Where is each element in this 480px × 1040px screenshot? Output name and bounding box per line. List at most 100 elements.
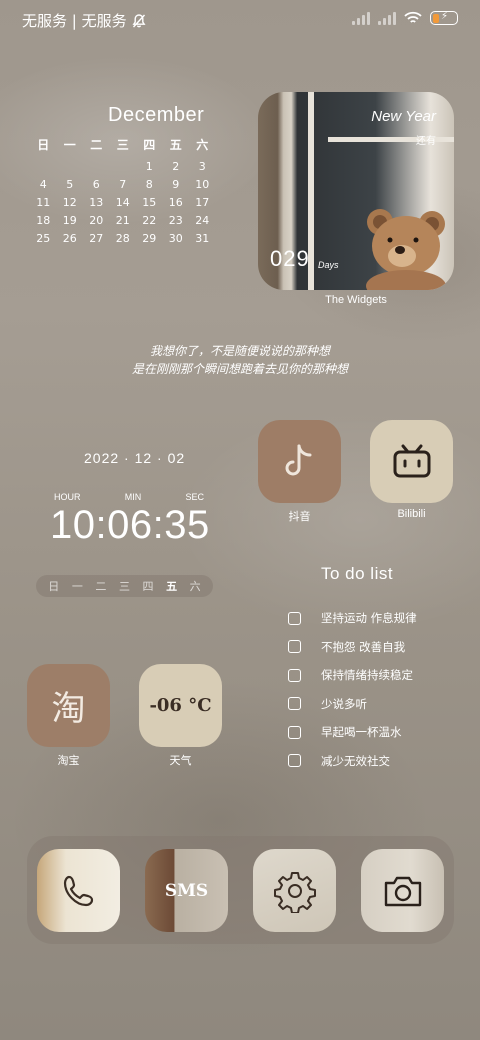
weekday-chip-active: 五	[166, 580, 178, 593]
calendar-day: 27	[89, 232, 104, 245]
calendar-day: 12	[62, 196, 77, 209]
todo-text: 不抱怨 改善自我	[321, 639, 406, 654]
new-year-countdown-widget[interactable]: New Year 还有 029 Days	[258, 92, 454, 290]
quote-line: 是在刚刚那个瞬间想跑着去见你的那种想	[131, 362, 348, 376]
calendar-day: 26	[62, 232, 77, 245]
weather-app-label: 天气	[169, 755, 192, 767]
weekday-chip: 六	[189, 580, 201, 593]
clock-date: 2022 · 12 · 02	[84, 450, 186, 466]
teddy-bear-image	[366, 209, 446, 290]
calendar-day: 31	[195, 232, 210, 245]
calendar-day: 19	[62, 214, 77, 227]
calendar-day: 5	[66, 178, 74, 191]
calendar-day: 24	[195, 214, 210, 227]
battery-charging-icon: ⚡	[430, 11, 458, 25]
todo-text: 减少无效社交	[321, 753, 390, 768]
checkbox[interactable]	[288, 668, 301, 682]
gear-icon	[273, 871, 316, 913]
calendar-day: 9	[172, 178, 180, 191]
todo-item[interactable]: 早起喝一杯温水	[288, 718, 417, 747]
todo-title: To do list	[321, 564, 394, 583]
status-bar-right: ⚡	[352, 11, 458, 25]
douyin-app-icon[interactable]	[258, 420, 341, 503]
weather-app-icon[interactable]: -06 °C	[139, 664, 222, 747]
calendar-day: 13	[89, 196, 104, 209]
calendar-week: 4 5 6 7 8 9 10	[30, 176, 220, 194]
min-label: MIN	[124, 492, 142, 502]
calendar-day: 29	[142, 232, 157, 245]
checkbox[interactable]	[288, 754, 301, 768]
calendar-weekday-header: 日 一 二 三 四 五 六	[30, 136, 220, 158]
taobao-app-label: 淘宝	[57, 755, 80, 767]
calendar-day	[30, 158, 57, 176]
checkbox[interactable]	[288, 697, 301, 711]
bilibili-app-label: Bilibili	[397, 508, 426, 520]
calendar-day: 6	[92, 178, 100, 191]
sms-app-icon[interactable]: SMS	[145, 849, 228, 932]
wifi-icon	[404, 11, 422, 23]
todo-item[interactable]: 坚持运动 作息规律	[288, 604, 417, 633]
calendar-week: 11 12 13 14 15 16 17	[30, 194, 220, 212]
todo-item[interactable]: 减少无效社交	[288, 747, 417, 776]
calendar-day: 14	[115, 196, 130, 209]
carrier-text: 无服务 | 无服务	[22, 12, 127, 30]
calendar-week: 1 2 3	[30, 158, 220, 176]
calendar-day: 21	[115, 214, 130, 227]
weekday-label: 一	[63, 138, 76, 152]
event-name: New Year	[371, 108, 436, 125]
bilibili-app-icon[interactable]	[370, 420, 453, 503]
taobao-app-icon[interactable]: 淘	[27, 664, 110, 747]
checkbox[interactable]	[288, 611, 301, 625]
calendar-week: 25 26 27 28 29 30 31	[30, 230, 220, 248]
quote-line: 我想你了，不是随便说说的那种想	[149, 344, 330, 358]
calendar-day: 22	[142, 214, 157, 227]
status-bar-left: 无服务 | 无服务	[22, 10, 147, 31]
calendar-day: 17	[195, 196, 210, 209]
todo-item[interactable]: 少说多听	[288, 690, 417, 719]
calendar-day: 28	[115, 232, 130, 245]
calendar-day: 30	[168, 232, 183, 245]
calendar-day: 16	[168, 196, 183, 209]
camera-app-icon[interactable]	[361, 849, 444, 932]
todo-item[interactable]: 保持情绪持续稳定	[288, 661, 417, 690]
clock-unit-labels: HOUR MIN SEC	[54, 492, 204, 502]
calendar-day: 8	[145, 178, 153, 191]
calendar-day	[110, 158, 137, 176]
calendar-day	[57, 158, 84, 176]
calendar-month: December	[108, 104, 205, 126]
quote-text: 我想你了，不是随便说说的那种想 是在刚刚那个瞬间想跑着去见你的那种想	[0, 342, 480, 378]
calendar-day: 3	[198, 160, 206, 173]
bilibili-tv-icon	[393, 444, 430, 477]
weekday-chip: 二	[95, 580, 107, 593]
weekday-chip: 一	[71, 580, 83, 593]
phone-app-icon[interactable]	[37, 849, 120, 932]
calendar-day: 4	[39, 178, 47, 191]
phone-icon	[63, 875, 93, 906]
checkbox[interactable]	[288, 640, 301, 654]
calendar-day: 20	[89, 214, 104, 227]
weekday-label: 六	[196, 138, 209, 152]
todo-text: 少说多听	[321, 696, 367, 711]
checkbox[interactable]	[288, 725, 301, 739]
todo-item[interactable]: 不抱怨 改善自我	[288, 633, 417, 662]
tiktok-note-icon	[285, 444, 311, 475]
todo-text: 坚持运动 作息规律	[321, 611, 417, 626]
calendar-grid[interactable]: 日 一 二 三 四 五 六 123 4 5 6 7 8 9 10 11 12 13 14 15 16 1…	[30, 136, 220, 248]
calendar-day	[83, 158, 110, 176]
calendar-day: 25	[36, 232, 51, 245]
weekday-chip: 日	[48, 580, 60, 593]
weekday-chip: 三	[118, 580, 130, 593]
widget-label: The Widgets	[325, 294, 387, 306]
weekday-label: 四	[143, 138, 156, 152]
weekday-label: 二	[90, 138, 103, 152]
clock-time[interactable]: 10:06:35	[50, 503, 210, 548]
mute-bell-icon	[132, 13, 146, 27]
calendar-day: 1	[145, 160, 153, 173]
settings-app-icon[interactable]	[253, 849, 336, 932]
hour-label: HOUR	[54, 492, 81, 502]
sms-label: SMS	[164, 880, 209, 901]
calendar-day: 18	[36, 214, 51, 227]
weekday-label: 五	[169, 138, 182, 152]
weather-temperature: -06 °C	[149, 695, 212, 716]
days-count: 029	[270, 246, 310, 271]
